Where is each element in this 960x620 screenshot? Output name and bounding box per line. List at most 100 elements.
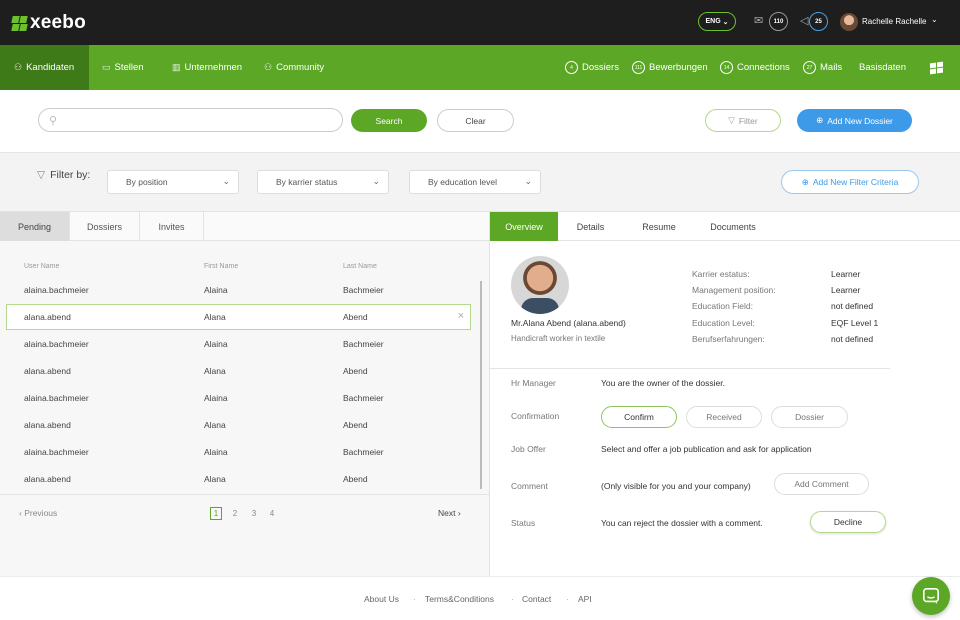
table-row[interactable]: alaina.bachmeier Alaina Bachmeier bbox=[6, 439, 471, 465]
dossier-button[interactable]: Dossier bbox=[771, 406, 848, 428]
main-navigation: ⚇ Kandidaten ▭ Stellen ▥ Unternehmen ⚇ C… bbox=[0, 45, 960, 90]
windows-icon[interactable] bbox=[930, 61, 944, 75]
hr-manager-text: You are the owner of the dossier. bbox=[601, 378, 725, 388]
add-comment-button[interactable]: Add Comment bbox=[774, 473, 869, 495]
user-name-cell: alana.abend bbox=[24, 366, 71, 376]
nav-item-unternehmen[interactable]: ▥ Unternehmen bbox=[172, 45, 242, 90]
add-filter-criteria-button[interactable]: ⊕ Add New Filter Criteria bbox=[781, 170, 919, 194]
nav-label: Basisdaten bbox=[859, 62, 907, 73]
tab-overview[interactable]: Overview bbox=[490, 212, 558, 241]
nav-item-basisdaten[interactable]: Basisdaten bbox=[859, 45, 906, 90]
chat-button[interactable] bbox=[912, 577, 950, 615]
karrier-status-dropdown[interactable]: By karrier status ⌄ bbox=[257, 170, 389, 194]
logo[interactable]: xeebo bbox=[11, 12, 86, 34]
confirm-button[interactable]: Confirm bbox=[601, 406, 677, 428]
list-scrollbar[interactable] bbox=[480, 281, 482, 489]
funnel-icon: ▽ bbox=[728, 115, 735, 125]
table-row-selected[interactable]: alana.abend Alana Abend × bbox=[6, 304, 471, 330]
footer-separator: · bbox=[511, 594, 514, 604]
hr-manager-label: Hr Manager bbox=[511, 378, 556, 388]
briefcase-icon: ▭ bbox=[102, 62, 111, 72]
plus-circle-icon: ⊕ bbox=[801, 176, 809, 187]
next-page-link[interactable]: Next › bbox=[438, 508, 461, 518]
page-2-link[interactable]: 2 bbox=[229, 507, 241, 520]
last-name-cell: Bachmeier bbox=[343, 447, 384, 457]
tab-dossiers[interactable]: Dossiers bbox=[70, 212, 140, 241]
received-button[interactable]: Received bbox=[686, 406, 762, 428]
list-tabs: Pending Dossiers Invites bbox=[0, 212, 489, 241]
nav-item-stellen[interactable]: ▭ Stellen bbox=[102, 45, 144, 90]
nav-item-dossiers[interactable]: 4 Dossiers bbox=[565, 45, 619, 90]
notification-count-badge[interactable]: 25 bbox=[809, 12, 828, 31]
footer-link-about[interactable]: About Us bbox=[364, 594, 399, 604]
profile-photo bbox=[511, 256, 569, 314]
job-offer-text[interactable]: Select and offer a job publication and a… bbox=[601, 444, 812, 454]
table-row[interactable]: alana.abend Alana Abend bbox=[6, 358, 471, 384]
table-row[interactable]: alaina.bachmeier Alaina Bachmeier bbox=[6, 277, 471, 303]
language-selector[interactable]: ENG ⌄ bbox=[698, 12, 736, 31]
position-dropdown-value: By position bbox=[126, 177, 168, 187]
job-offer-label: Job Offer bbox=[511, 444, 546, 454]
info-value: not defined bbox=[831, 301, 874, 311]
first-name-cell: Alana bbox=[204, 366, 226, 376]
tab-pending[interactable]: Pending bbox=[0, 212, 70, 241]
add-new-dossier-button[interactable]: ⊕ Add New Dossier bbox=[797, 109, 912, 132]
building-icon: ▥ bbox=[172, 62, 181, 72]
search-button[interactable]: Search bbox=[351, 109, 427, 132]
confirmation-label: Confirmation bbox=[511, 411, 560, 421]
filter-by-text: Filter by: bbox=[50, 169, 91, 181]
user-avatar[interactable] bbox=[840, 13, 858, 31]
nav-label: Unternehmen bbox=[184, 62, 243, 73]
nav-item-connections[interactable]: 14 Connections bbox=[720, 45, 790, 90]
table-row[interactable]: alaina.bachmeier Alaina Bachmeier bbox=[6, 385, 471, 411]
chevron-down-icon: ⌄ bbox=[372, 176, 380, 186]
nav-label: Kandidaten bbox=[26, 62, 75, 73]
chevron-down-icon: ⌄ bbox=[524, 176, 532, 186]
user-icon: ⚇ bbox=[14, 62, 23, 72]
filter-button[interactable]: ▽ Filter bbox=[705, 109, 781, 132]
search-input[interactable] bbox=[65, 112, 335, 128]
nav-item-kandidaten[interactable]: ⚇ Kandidaten bbox=[0, 45, 89, 90]
first-name-cell: Alana bbox=[204, 474, 226, 484]
chevron-down-icon: ⌄ bbox=[222, 176, 230, 186]
table-row[interactable]: alana.abend Alana Abend bbox=[6, 412, 471, 438]
tab-documents[interactable]: Documents bbox=[700, 212, 766, 241]
footer-link-terms[interactable]: Terms&Conditions bbox=[425, 594, 494, 604]
add-dossier-label: Add New Dossier bbox=[827, 115, 893, 126]
brand-name: xeebo bbox=[30, 12, 86, 33]
decline-button[interactable]: Decline bbox=[810, 511, 886, 533]
footer-separator: · bbox=[566, 594, 569, 604]
karrier-status-dropdown-value: By karrier status bbox=[276, 177, 338, 187]
table-row[interactable]: alana.abend Alana Abend bbox=[6, 466, 471, 492]
footer-link-contact[interactable]: Contact bbox=[522, 594, 551, 604]
education-level-dropdown[interactable]: By education level ⌄ bbox=[409, 170, 541, 194]
user-name[interactable]: Rachelle Rachelle bbox=[862, 17, 926, 26]
clear-button[interactable]: Clear bbox=[437, 109, 514, 132]
nav-item-bewerbungen[interactable]: 111 Bewerbungen bbox=[632, 45, 708, 90]
table-row[interactable]: alaina.bachmeier Alaina Bachmeier bbox=[6, 331, 471, 357]
tab-resume[interactable]: Resume bbox=[628, 212, 690, 241]
footer-link-api[interactable]: API bbox=[578, 594, 592, 604]
last-name-cell: Bachmeier bbox=[343, 393, 384, 403]
user-name-cell: alaina.bachmeier bbox=[24, 447, 89, 457]
nav-label: Stellen bbox=[114, 62, 144, 73]
position-dropdown[interactable]: By position ⌄ bbox=[107, 170, 239, 194]
page-4-link[interactable]: 4 bbox=[266, 507, 278, 520]
previous-page-link[interactable]: ‹ Previous bbox=[19, 508, 57, 518]
search-icon: ⚲ bbox=[49, 115, 58, 127]
first-name-cell: Alaina bbox=[204, 393, 228, 403]
tab-details[interactable]: Details bbox=[558, 212, 623, 241]
search-field[interactable]: ⚲ bbox=[38, 108, 343, 132]
mail-count-badge[interactable]: 110 bbox=[769, 12, 788, 31]
first-name-cell: Alaina bbox=[204, 339, 228, 349]
nav-item-mails[interactable]: 27 Mails bbox=[803, 45, 842, 90]
tab-invites[interactable]: Invites bbox=[140, 212, 204, 241]
mail-icon[interactable]: ✉ bbox=[754, 14, 763, 27]
page-3-link[interactable]: 3 bbox=[248, 507, 260, 520]
page-1-link[interactable]: 1 bbox=[210, 507, 222, 520]
megaphone-icon[interactable]: ◁ bbox=[800, 14, 808, 27]
close-icon[interactable]: × bbox=[458, 310, 464, 322]
detail-tabs: Overview Details Resume Documents bbox=[490, 212, 960, 241]
chevron-down-icon[interactable]: ⌄ bbox=[931, 15, 938, 24]
nav-item-community[interactable]: ⚇ Community bbox=[264, 45, 324, 90]
